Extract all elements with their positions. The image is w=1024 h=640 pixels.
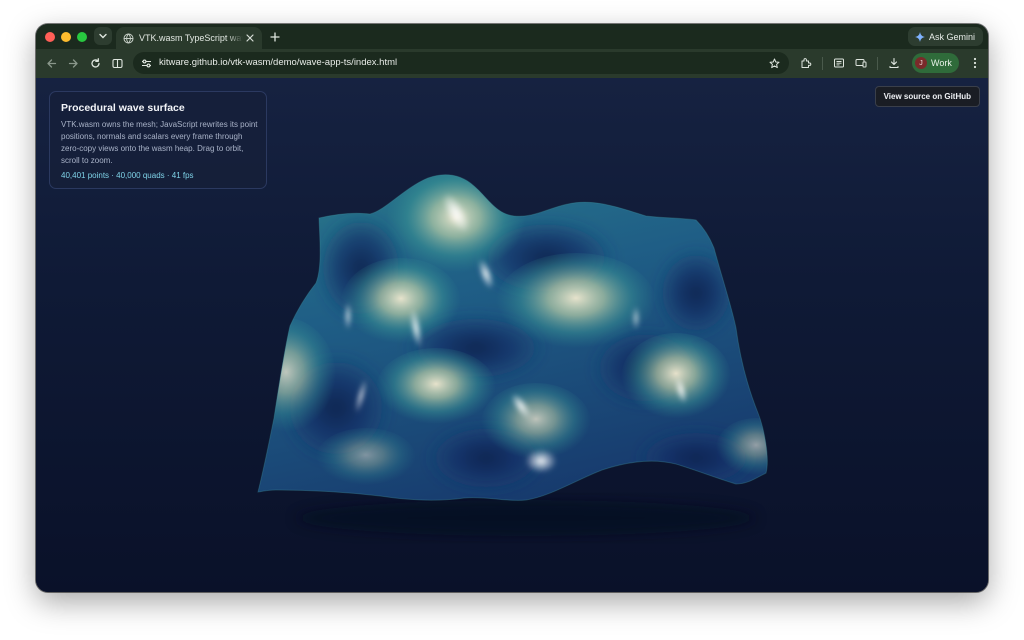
browser-toolbar: kitware.github.io/vtk-wasm/demo/wave-app…	[36, 49, 988, 78]
extensions-icon	[801, 58, 812, 68]
tab-search-button[interactable]	[94, 27, 112, 45]
render-viewport[interactable]: Procedural wave surface VTK.wasm owns th…	[36, 78, 988, 592]
profile-label: Work	[931, 58, 952, 68]
close-icon	[246, 34, 254, 42]
toolbar-divider	[822, 57, 823, 70]
ask-gemini-button[interactable]: Ask Gemini	[907, 27, 983, 46]
browser-menu-button[interactable]	[968, 56, 982, 70]
plus-icon	[270, 32, 280, 42]
site-settings-button[interactable]	[139, 56, 153, 70]
tab-close-button[interactable]	[244, 32, 256, 44]
globe-icon	[123, 33, 134, 44]
reading-list-button[interactable]	[832, 56, 846, 70]
kebab-menu-icon	[973, 57, 977, 69]
wave-surface	[258, 174, 768, 501]
window-controls	[45, 32, 87, 42]
tab-strip: VTK.wasm TypeScript wave demo Ask Gemini	[36, 24, 988, 49]
ask-gemini-label: Ask Gemini	[928, 31, 975, 42]
view-source-button[interactable]: View source on GitHub	[874, 86, 980, 107]
surface-shadow	[296, 500, 756, 536]
site-settings-icon	[141, 59, 151, 67]
extensions-button[interactable]	[799, 56, 813, 70]
downloads-button[interactable]	[887, 56, 901, 70]
panel-title: Procedural wave surface	[61, 102, 185, 114]
render-stats: 40,401 points · 40,000 quads · 41 fps	[61, 171, 194, 180]
cast-icon	[855, 59, 867, 68]
minimize-window-button[interactable]	[61, 32, 71, 42]
download-icon	[889, 57, 899, 69]
maximize-window-button[interactable]	[77, 32, 87, 42]
toolbar-divider	[877, 57, 878, 70]
back-button[interactable]	[44, 56, 58, 70]
reload-icon	[90, 57, 100, 68]
avatar: J	[915, 57, 927, 69]
star-icon	[769, 58, 779, 68]
info-panel: Procedural wave surface VTK.wasm owns th…	[49, 91, 267, 189]
reload-button[interactable]	[88, 56, 102, 70]
forward-icon	[68, 58, 78, 68]
panel-description: VTK.wasm owns the mesh; JavaScript rewri…	[61, 120, 258, 165]
close-window-button[interactable]	[45, 32, 55, 42]
profile-chip[interactable]: J Work	[912, 53, 959, 73]
split-view-icon	[111, 58, 123, 68]
cast-button[interactable]	[854, 56, 868, 70]
chevron-down-icon	[99, 33, 107, 39]
browser-window: VTK.wasm TypeScript wave demo Ask Gemini	[36, 24, 988, 592]
forward-button[interactable]	[66, 56, 80, 70]
new-tab-button[interactable]	[268, 30, 282, 44]
gemini-sparkle-icon	[914, 31, 925, 42]
address-bar[interactable]: kitware.github.io/vtk-wasm/demo/wave-app…	[133, 52, 789, 74]
bookmark-button[interactable]	[767, 56, 781, 70]
split-view-button[interactable]	[110, 56, 124, 70]
active-tab[interactable]: VTK.wasm TypeScript wave demo	[116, 27, 262, 49]
tab-title: VTK.wasm TypeScript wave demo	[139, 33, 243, 43]
back-icon	[46, 58, 56, 68]
reading-list-icon	[834, 58, 844, 68]
url-text[interactable]: kitware.github.io/vtk-wasm/demo/wave-app…	[159, 57, 397, 68]
